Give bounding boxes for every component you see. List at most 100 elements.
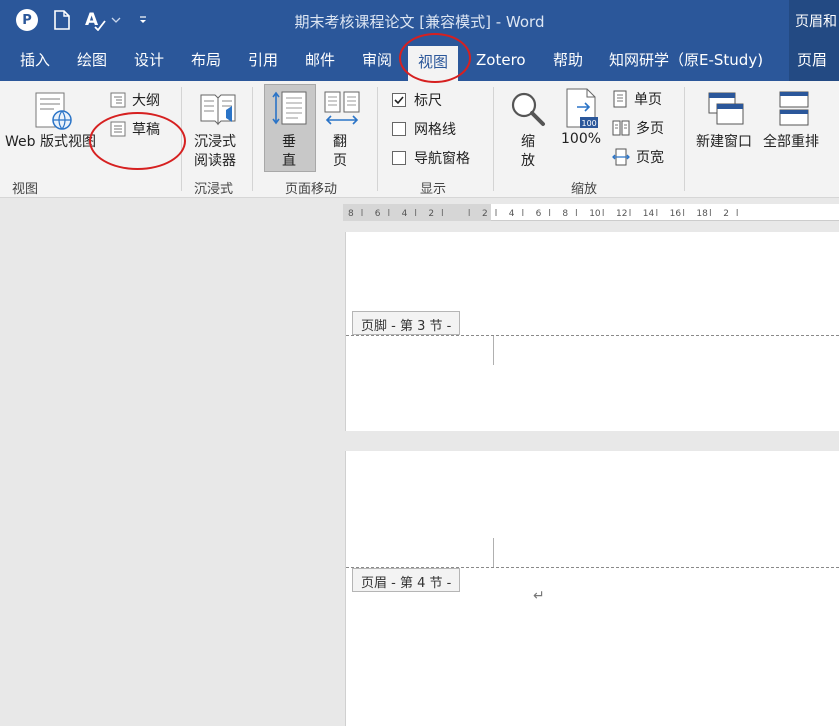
tab-insert[interactable]: 插入 bbox=[20, 40, 50, 81]
nav-pane-box bbox=[392, 151, 406, 165]
zoom-label-2[interactable]: 放 bbox=[521, 150, 535, 170]
zoom-label-1[interactable]: 缩 bbox=[521, 131, 535, 151]
group-label-show: 显示 bbox=[420, 182, 447, 197]
arrange-all-icon[interactable] bbox=[772, 89, 816, 129]
multiple-pages-button[interactable]: 多页 bbox=[612, 118, 664, 138]
tab-help[interactable]: 帮助 bbox=[553, 40, 583, 81]
profile-icon[interactable]: P bbox=[16, 9, 38, 31]
tab-design[interactable]: 设计 bbox=[134, 40, 164, 81]
one-page-icon bbox=[613, 90, 627, 108]
group-separator bbox=[252, 87, 253, 191]
vertical-scroll-icon[interactable] bbox=[268, 89, 312, 129]
footer-margin-marker bbox=[493, 336, 494, 365]
one-page-label: 单页 bbox=[634, 92, 662, 108]
side-to-side-icon[interactable] bbox=[322, 89, 362, 129]
gridlines-checkbox[interactable]: 网格线 bbox=[392, 119, 456, 139]
hundred-percent-label[interactable]: 100% bbox=[561, 131, 601, 147]
document-area: 8 6 4 2 2 4 6 8 10 12 14 16 18 2 页脚 - 第 3 节 - 页眉 - 第 … bbox=[0, 198, 839, 726]
arrange-all-button[interactable]: 全部重排 bbox=[763, 131, 819, 151]
vertical-label-1[interactable]: 垂 bbox=[282, 131, 296, 151]
tab-mailings[interactable]: 邮件 bbox=[305, 40, 335, 81]
nav-pane-label: 导航窗格 bbox=[414, 151, 470, 167]
multiple-pages-icon bbox=[612, 120, 630, 136]
ruler-tick-label: 14 bbox=[643, 209, 655, 219]
ruler-tick-label: 4 bbox=[509, 209, 515, 219]
ruler-tick-label: 18 bbox=[696, 209, 708, 219]
ruler-ticks: 8 6 4 2 2 4 6 8 10 12 14 16 18 2 bbox=[348, 209, 738, 219]
outline-view-icon bbox=[110, 92, 126, 108]
navigation-pane-checkbox[interactable]: 导航窗格 bbox=[392, 148, 470, 168]
one-page-button[interactable]: 单页 bbox=[612, 89, 662, 109]
zoom-magnifier-icon[interactable] bbox=[508, 89, 548, 129]
tab-view[interactable]: 视图 bbox=[408, 46, 459, 81]
ruler-tick-label: 6 bbox=[536, 209, 542, 219]
hundred-icon-text: 100 bbox=[582, 119, 597, 128]
page-width-label: 页宽 bbox=[636, 150, 664, 166]
ribbon-view: Web 版式视图 大纲 草稿 视图 沉浸式 阅读器 沉浸式 垂 直 翻 页 页面… bbox=[0, 81, 839, 198]
outline-button[interactable]: 大纲 bbox=[110, 90, 160, 110]
header-section-tag[interactable]: 页眉 - 第 4 节 - bbox=[352, 568, 461, 592]
ruler-tick-label: 2 bbox=[482, 209, 488, 219]
svg-text:A: A bbox=[85, 10, 99, 30]
tab-review[interactable]: 审阅 bbox=[362, 40, 392, 81]
ruler-tick-label: 6 bbox=[375, 209, 381, 219]
ruler-checkbox[interactable]: 标尺 bbox=[392, 90, 442, 110]
ruler-tick-label: 16 bbox=[670, 209, 682, 219]
group-label-zoom: 缩放 bbox=[571, 182, 598, 197]
hundred-percent-icon[interactable]: 100 bbox=[562, 87, 602, 131]
ruler-tick-label: 2 bbox=[428, 209, 434, 219]
tab-layout[interactable]: 布局 bbox=[191, 40, 221, 81]
ruler-tick-label: 8 bbox=[348, 209, 354, 219]
tab-zotero[interactable]: Zotero bbox=[476, 40, 526, 81]
group-separator bbox=[181, 87, 182, 191]
ruler-tick-label: 8 bbox=[562, 209, 568, 219]
window-title: 期末考核课程论文 [兼容模式] - Word bbox=[294, 13, 545, 31]
group-label-views: 视图 bbox=[12, 182, 39, 197]
ruler-tick-label: 4 bbox=[402, 209, 408, 219]
chevron-down-icon[interactable] bbox=[110, 12, 122, 28]
ruler-label: 标尺 bbox=[414, 93, 442, 109]
immersive-reader-label-1[interactable]: 沉浸式 bbox=[194, 131, 236, 151]
side-to-side-label-2[interactable]: 页 bbox=[333, 150, 347, 170]
page-width-button[interactable]: 页宽 bbox=[612, 147, 664, 167]
new-window-button[interactable]: 新建窗口 bbox=[696, 131, 752, 151]
group-separator bbox=[684, 87, 685, 191]
group-label-immersive: 沉浸式 bbox=[194, 182, 234, 197]
tab-references[interactable]: 引用 bbox=[248, 40, 278, 81]
ruler-tick-label: 10 bbox=[589, 209, 601, 219]
immersive-reader-icon[interactable] bbox=[196, 89, 240, 129]
title-bar: P A 期末考核课程论文 [兼容模式] - Word 页眉和 bbox=[0, 0, 839, 40]
outline-label: 大纲 bbox=[132, 93, 160, 109]
vertical-label-2[interactable]: 直 bbox=[282, 150, 296, 170]
draft-button[interactable]: 草稿 bbox=[110, 119, 160, 139]
footer-section-tag[interactable]: 页脚 - 第 3 节 - bbox=[352, 311, 461, 335]
tab-cnki-estudy[interactable]: 知网研学（原E-Study) bbox=[609, 40, 763, 81]
multiple-pages-label: 多页 bbox=[636, 121, 664, 137]
group-separator bbox=[493, 87, 494, 191]
header-margin-marker bbox=[493, 538, 494, 567]
group-label-page-movement: 页面移动 bbox=[285, 182, 338, 197]
spelling-icon[interactable]: A bbox=[83, 8, 107, 32]
ruler-tick-label: 2 bbox=[723, 209, 729, 219]
gridlines-label: 网格线 bbox=[414, 122, 456, 138]
immersive-reader-label-2[interactable]: 阅读器 bbox=[194, 150, 236, 170]
draft-view-icon bbox=[110, 121, 126, 137]
ribbon-tab-bar: 插入 绘图 设计 布局 引用 邮件 审阅 视图 Zotero 帮助 知网研学（原… bbox=[0, 40, 839, 81]
tab-header-fragment[interactable]: 页眉 bbox=[789, 40, 839, 81]
horizontal-ruler[interactable]: 8 6 4 2 2 4 6 8 10 12 14 16 18 2 bbox=[343, 204, 839, 221]
new-document-icon[interactable] bbox=[52, 9, 72, 31]
gridlines-box bbox=[392, 122, 406, 136]
side-to-side-label-1[interactable]: 翻 bbox=[333, 131, 347, 151]
ruler-check-icon bbox=[392, 93, 406, 107]
draft-label: 草稿 bbox=[132, 122, 160, 138]
paragraph-mark[interactable]: ↵ bbox=[533, 588, 545, 604]
tab-draw[interactable]: 绘图 bbox=[77, 40, 107, 81]
customize-qat-icon[interactable] bbox=[136, 12, 150, 28]
new-window-icon[interactable] bbox=[704, 89, 748, 129]
ruler-tick-label: 12 bbox=[616, 209, 627, 219]
web-layout-icon[interactable] bbox=[30, 89, 76, 133]
group-separator bbox=[377, 87, 378, 191]
footer-boundary-line bbox=[346, 335, 839, 336]
web-layout-button[interactable]: Web 版式视图 bbox=[5, 131, 96, 151]
page-width-icon bbox=[612, 148, 630, 166]
